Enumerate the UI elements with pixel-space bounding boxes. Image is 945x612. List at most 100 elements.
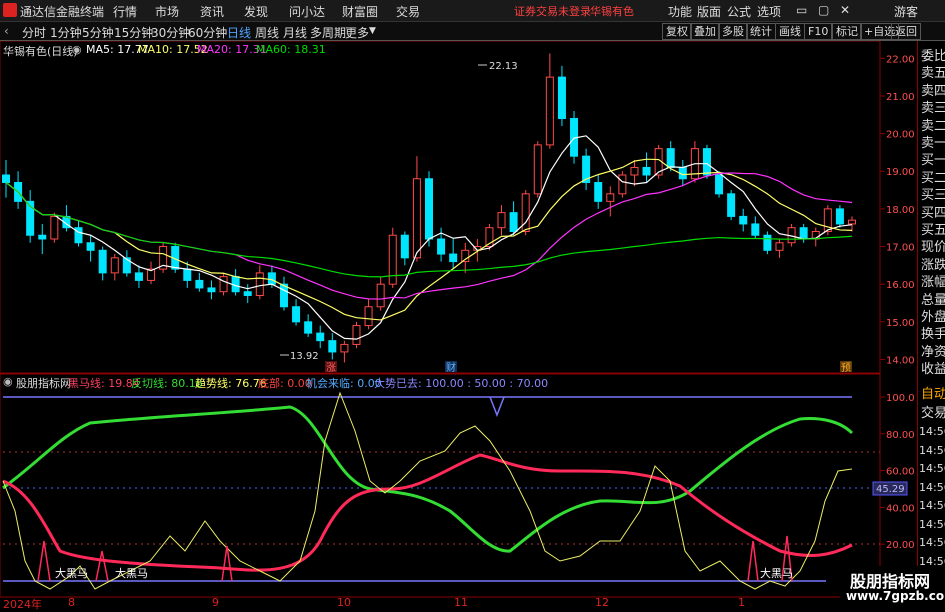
more-dropdown-icon[interactable]: ▼: [369, 26, 376, 36]
candle-16[interactable]: [195, 272, 204, 292]
candle-28[interactable]: [340, 340, 349, 363]
period-timeshare[interactable]: 分时: [22, 24, 46, 41]
candle-18[interactable]: [219, 272, 228, 296]
period-15min[interactable]: 15分钟: [114, 24, 153, 41]
candle-69[interactable]: [835, 205, 844, 228]
indicator-settings-icon[interactable]: ◉: [3, 375, 13, 388]
candle-48[interactable]: [582, 148, 591, 191]
candle-12[interactable]: [147, 261, 156, 285]
candle-30[interactable]: [364, 299, 373, 330]
candle-8[interactable]: [98, 246, 107, 281]
candle-29[interactable]: [352, 321, 361, 349]
restore-icon[interactable]: ▢: [818, 3, 829, 17]
candle-66[interactable]: [799, 223, 808, 243]
period-1min[interactable]: 1分钟: [50, 24, 82, 41]
candle-33[interactable]: [400, 231, 409, 266]
candle-19[interactable]: [231, 269, 240, 296]
indicator-name[interactable]: 股朋指标网: [16, 375, 71, 391]
draw-line-button[interactable]: 画线: [775, 23, 805, 40]
menu-layout[interactable]: 版面: [697, 3, 721, 20]
candle-26[interactable]: [316, 325, 325, 349]
chart-canvas[interactable]: 22.00 21.00 20.00 19.00 18.00 17.00 16.00 15.00…: [0, 41, 917, 609]
candle-9[interactable]: [110, 254, 119, 281]
multi-stock-button[interactable]: 多股: [718, 23, 748, 40]
candle-52[interactable]: [630, 159, 639, 187]
candle-20[interactable]: [243, 284, 252, 303]
period-daily[interactable]: 日线: [227, 24, 251, 41]
candle-60[interactable]: [727, 190, 736, 221]
candle-32[interactable]: [388, 227, 397, 288]
candle-64[interactable]: [775, 239, 784, 258]
candle-42[interactable]: [509, 201, 518, 236]
quote-lower-1[interactable]: 交易: [921, 402, 945, 421]
candle-body-26: [316, 332, 325, 342]
stats-button[interactable]: 统计: [746, 23, 776, 40]
candle-31[interactable]: [376, 276, 385, 311]
trade-time-0: 14:56: [919, 425, 945, 438]
f10-button[interactable]: F10: [804, 23, 833, 40]
candle-63[interactable]: [763, 231, 772, 255]
candle-body-28: [340, 343, 349, 353]
quote-field-14: 总量: [921, 292, 945, 308]
candle-37[interactable]: [449, 239, 458, 270]
candle-body-16: [195, 279, 204, 289]
candle-7[interactable]: [86, 235, 95, 262]
period-monthly[interactable]: 月线: [283, 24, 307, 41]
candle-50[interactable]: [606, 186, 615, 217]
candle-body-37: [449, 253, 458, 263]
mark-button[interactable]: 标记: [832, 23, 862, 40]
candle-53[interactable]: [642, 152, 651, 183]
candle-24[interactable]: [292, 299, 301, 326]
candle-25[interactable]: [304, 314, 313, 337]
menu-wealth[interactable]: 财富圈: [342, 3, 378, 20]
candle-49[interactable]: [594, 175, 603, 209]
candle-44[interactable]: [533, 141, 542, 198]
fuquan-button[interactable]: 复权: [662, 23, 692, 40]
candle-17[interactable]: [207, 280, 216, 300]
candle-68[interactable]: [823, 205, 832, 236]
menu-formula[interactable]: 公式: [727, 3, 751, 20]
candle-62[interactable]: [751, 216, 760, 239]
period-30min[interactable]: 30分钟: [151, 24, 190, 41]
menu-news[interactable]: 资讯: [200, 3, 224, 20]
period-weekly[interactable]: 周线: [255, 24, 279, 41]
return-button[interactable]: 返回: [891, 23, 921, 40]
login-notice[interactable]: 证券交易未登录: [514, 3, 591, 19]
menu-quotes[interactable]: 行情: [113, 3, 137, 20]
menu-options[interactable]: 选项: [757, 3, 781, 20]
period-multi[interactable]: 多周期: [310, 24, 346, 41]
menu-function[interactable]: 功能: [668, 3, 692, 20]
guest-label[interactable]: 游客: [894, 3, 918, 20]
watermark-logo: 股朋指标网 www.7gpzb.com: [840, 566, 945, 609]
candle-41[interactable]: [497, 205, 506, 236]
period-60min[interactable]: 60分钟: [188, 24, 227, 41]
period-5min[interactable]: 5分钟: [82, 24, 114, 41]
candle-27[interactable]: [328, 333, 337, 360]
menu-ask[interactable]: 问小达: [289, 3, 325, 20]
candle-70[interactable]: [848, 216, 856, 232]
candle-34[interactable]: [412, 156, 421, 262]
candle-57[interactable]: [690, 141, 699, 183]
menu-trade[interactable]: 交易: [396, 3, 420, 20]
candle-61[interactable]: [739, 208, 748, 232]
candle-13[interactable]: [159, 242, 168, 273]
minimize-icon[interactable]: ▭: [796, 3, 807, 17]
candle-51[interactable]: [618, 171, 627, 198]
overlay-button[interactable]: 叠加: [690, 23, 720, 40]
candle-46[interactable]: [557, 65, 566, 127]
candle-3[interactable]: [38, 223, 47, 255]
candle-2[interactable]: [26, 190, 35, 243]
candle-11[interactable]: [134, 265, 143, 288]
candle-10[interactable]: [122, 250, 131, 277]
close-icon[interactable]: ✕: [840, 3, 850, 17]
nav-back-icon[interactable]: ‹: [4, 24, 9, 38]
candle-23[interactable]: [279, 276, 288, 311]
candle-35[interactable]: [425, 171, 433, 247]
candle-45[interactable]: [545, 53, 554, 149]
candle-0[interactable]: [2, 159, 10, 198]
menu-discover[interactable]: 发现: [244, 3, 268, 20]
quote-lower-0[interactable]: 自动: [921, 383, 945, 402]
menu-market[interactable]: 市场: [155, 3, 179, 20]
candle-21[interactable]: [255, 265, 264, 300]
period-more[interactable]: 更多: [345, 24, 369, 41]
